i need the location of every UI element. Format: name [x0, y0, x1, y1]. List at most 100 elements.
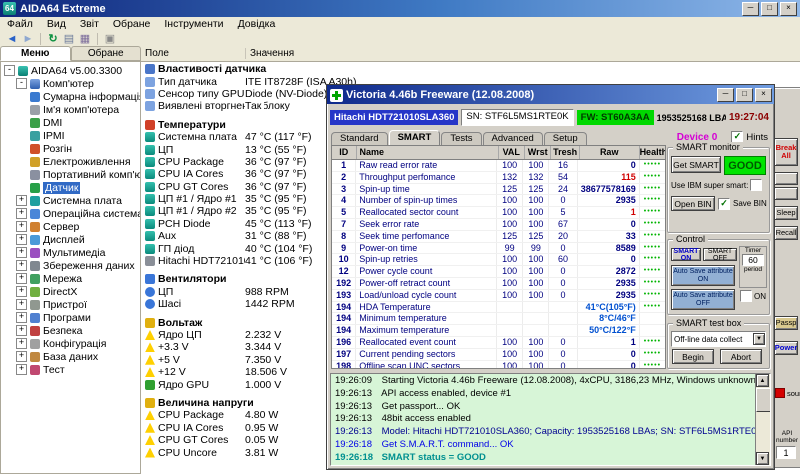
menu-item[interactable]: Інструменти — [157, 18, 230, 30]
tree-item[interactable]: Сумарна інформація — [1, 90, 140, 103]
tree-item[interactable]: Тест — [1, 363, 140, 376]
tree-item[interactable]: Датчик — [1, 181, 140, 194]
use-ibm-checkbox[interactable] — [750, 179, 763, 191]
maximize-button[interactable]: □ — [761, 1, 778, 16]
expand-toggle-icon[interactable] — [16, 286, 27, 297]
tree-item[interactable]: Операційна система — [1, 207, 140, 220]
timer-on-checkbox[interactable]: ON — [740, 290, 766, 302]
smart-attribute-row[interactable]: 5 Reallocated sector count 100 100 5 1 •… — [332, 207, 665, 219]
smart-attribute-row[interactable]: 193 Load/unload cycle count 100 100 0 29… — [332, 289, 665, 302]
tree-item[interactable]: Дисплей — [1, 233, 140, 246]
tree-item[interactable]: Ім'я комп'ютера — [1, 103, 140, 116]
smart-attribute-row[interactable]: 1 Raw read error rate 100 100 16 0 ••••• — [332, 160, 665, 172]
sleep-button[interactable]: Sleep — [774, 206, 798, 220]
recall-button[interactable]: Recall — [774, 226, 798, 240]
victoria-titlebar[interactable]: Victoria 4.46b Freeware (12.08.2008) ─ □… — [327, 85, 774, 104]
smart-attribute-row[interactable]: 194 HDA Temperature 41°C(105°F) ••••• — [332, 301, 665, 314]
refresh-icon[interactable] — [45, 32, 61, 45]
expand-toggle-icon[interactable] — [4, 65, 15, 76]
strip-button[interactable] — [774, 187, 798, 200]
save-bin-checkbox[interactable] — [718, 197, 730, 210]
victoria-tab[interactable]: Setup — [543, 132, 587, 145]
smart-column-header[interactable]: VAL — [499, 146, 525, 159]
maximize-button[interactable]: □ — [736, 88, 753, 102]
menu-item[interactable]: Вид — [40, 18, 73, 30]
smart-attribute-row[interactable]: 192 Power-off retract count 100 100 0 29… — [332, 277, 665, 290]
tree-item[interactable]: База даних — [1, 350, 140, 363]
tree-item[interactable]: Програми — [1, 311, 140, 324]
expand-toggle-icon[interactable] — [16, 195, 27, 206]
tree-item[interactable]: AIDA64 v5.00.3300 — [1, 64, 140, 77]
menu-item[interactable]: Файл — [0, 18, 40, 30]
smart-column-header[interactable]: ID — [332, 146, 357, 159]
tree-item[interactable]: Комп'ютер — [1, 77, 140, 90]
tree-item[interactable]: Електроживлення — [1, 155, 140, 168]
column-header-value[interactable]: Значення — [246, 48, 294, 59]
smart-attribute-row[interactable]: 196 Reallocated event count 100 100 0 1 … — [332, 336, 665, 349]
smart-attribute-row[interactable]: 194 Minimum temperature 8°C/46°F — [332, 313, 665, 326]
timer-on-checkbox-icon[interactable] — [740, 290, 752, 302]
smart-column-header[interactable]: Raw — [580, 146, 640, 159]
victoria-tab[interactable]: Advanced — [482, 132, 543, 145]
expand-toggle-icon[interactable] — [16, 312, 27, 323]
tree-item[interactable]: Безпека — [1, 324, 140, 337]
expand-toggle-icon[interactable] — [16, 208, 27, 219]
tree-item[interactable]: Розгін — [1, 142, 140, 155]
scroll-down-icon[interactable]: ▼ — [756, 452, 769, 465]
expand-toggle-icon[interactable] — [16, 364, 27, 375]
victoria-tab[interactable]: Tests — [441, 132, 482, 145]
tree-item[interactable]: DirectX — [1, 285, 140, 298]
smart-attribute-row[interactable]: 198 Offline scan UNC sectors 100 100 0 0… — [332, 360, 665, 368]
menu-item[interactable]: Довідка — [231, 18, 283, 30]
back-icon[interactable] — [4, 33, 20, 45]
begin-button[interactable]: Begin — [672, 349, 714, 364]
smart-attribute-row[interactable]: 10 Spin-up retries 100 100 60 0 ••••• — [332, 254, 665, 267]
tree-item[interactable]: Системна плата — [1, 194, 140, 207]
smart-attribute-row[interactable]: 12 Power cycle count 100 100 0 2872 ••••… — [332, 266, 665, 278]
scroll-up-icon[interactable]: ▲ — [756, 374, 769, 387]
strip-button[interactable] — [774, 172, 798, 185]
tree-item[interactable]: Збереження даних — [1, 259, 140, 272]
api-number-input[interactable] — [776, 446, 796, 459]
tree-item[interactable]: Мережа — [1, 272, 140, 285]
smart-off-button[interactable]: SMART OFF — [703, 248, 737, 262]
expand-toggle-icon[interactable] — [16, 78, 27, 89]
get-smart-button[interactable]: Get SMART — [671, 156, 721, 173]
close-button[interactable]: × — [755, 88, 772, 102]
expand-toggle-icon[interactable] — [16, 299, 27, 310]
menu-item[interactable]: Звіт — [73, 18, 106, 30]
smart-attribute-row[interactable]: 3 Spin-up time 125 125 24 38677578169 ••… — [332, 183, 665, 196]
detail-row[interactable]: Властивості датчика — [141, 63, 800, 75]
drive-model[interactable]: Hitachi HDT721010SLA360 — [330, 110, 459, 125]
scrollbar-thumb[interactable] — [756, 388, 770, 412]
minimize-button[interactable]: ─ — [717, 88, 734, 102]
chart-icon[interactable] — [77, 32, 93, 45]
expand-toggle-icon[interactable] — [16, 221, 27, 232]
smart-column-header[interactable]: Wrst — [525, 146, 552, 159]
smart-column-header[interactable]: Health — [640, 146, 665, 159]
victoria-tab[interactable]: Standard — [331, 132, 388, 145]
smart-column-header[interactable]: Tresh — [551, 146, 580, 159]
tab-favorites[interactable]: Обране — [70, 46, 141, 61]
break-all-button[interactable]: Break All — [774, 138, 798, 166]
tree-item[interactable]: DMI — [1, 116, 140, 129]
report-icon[interactable] — [61, 32, 77, 45]
smart-attribute-row[interactable]: 197 Current pending sectors 100 100 0 0 … — [332, 348, 665, 361]
expand-toggle-icon[interactable] — [16, 260, 27, 271]
victoria-tab[interactable]: SMART — [388, 130, 441, 145]
smart-attribute-row[interactable]: 2 Throughput perfomance 132 132 54 115 •… — [332, 171, 665, 184]
settings-icon[interactable] — [102, 32, 118, 45]
forward-icon[interactable] — [20, 33, 36, 45]
log-scrollbar[interactable]: ▲ ▼ — [755, 374, 770, 465]
smart-attribute-row[interactable]: 194 Maximum temperature 50°C/122°F — [332, 325, 665, 337]
smart-test-select[interactable]: Off-line data collect ▼ — [671, 331, 766, 347]
smart-attribute-row[interactable]: 4 Number of spin-up times 100 100 0 2935… — [332, 195, 665, 208]
passport-button[interactable]: Passp — [774, 316, 798, 330]
smart-on-button[interactable]: SMART ON — [671, 248, 701, 262]
auto-save-attribute-off-button[interactable]: Auto Save attribute OFF — [671, 289, 735, 310]
sound-toggle[interactable]: sound — [775, 388, 800, 398]
smart-column-header[interactable]: Name — [357, 146, 499, 159]
auto-save-attribute-on-button[interactable]: Auto Save attribute ON — [671, 265, 735, 286]
abort-button[interactable]: Abort — [720, 349, 762, 364]
smart-attribute-row[interactable]: 9 Power-on time 99 99 0 8589 ••••• — [332, 242, 665, 255]
